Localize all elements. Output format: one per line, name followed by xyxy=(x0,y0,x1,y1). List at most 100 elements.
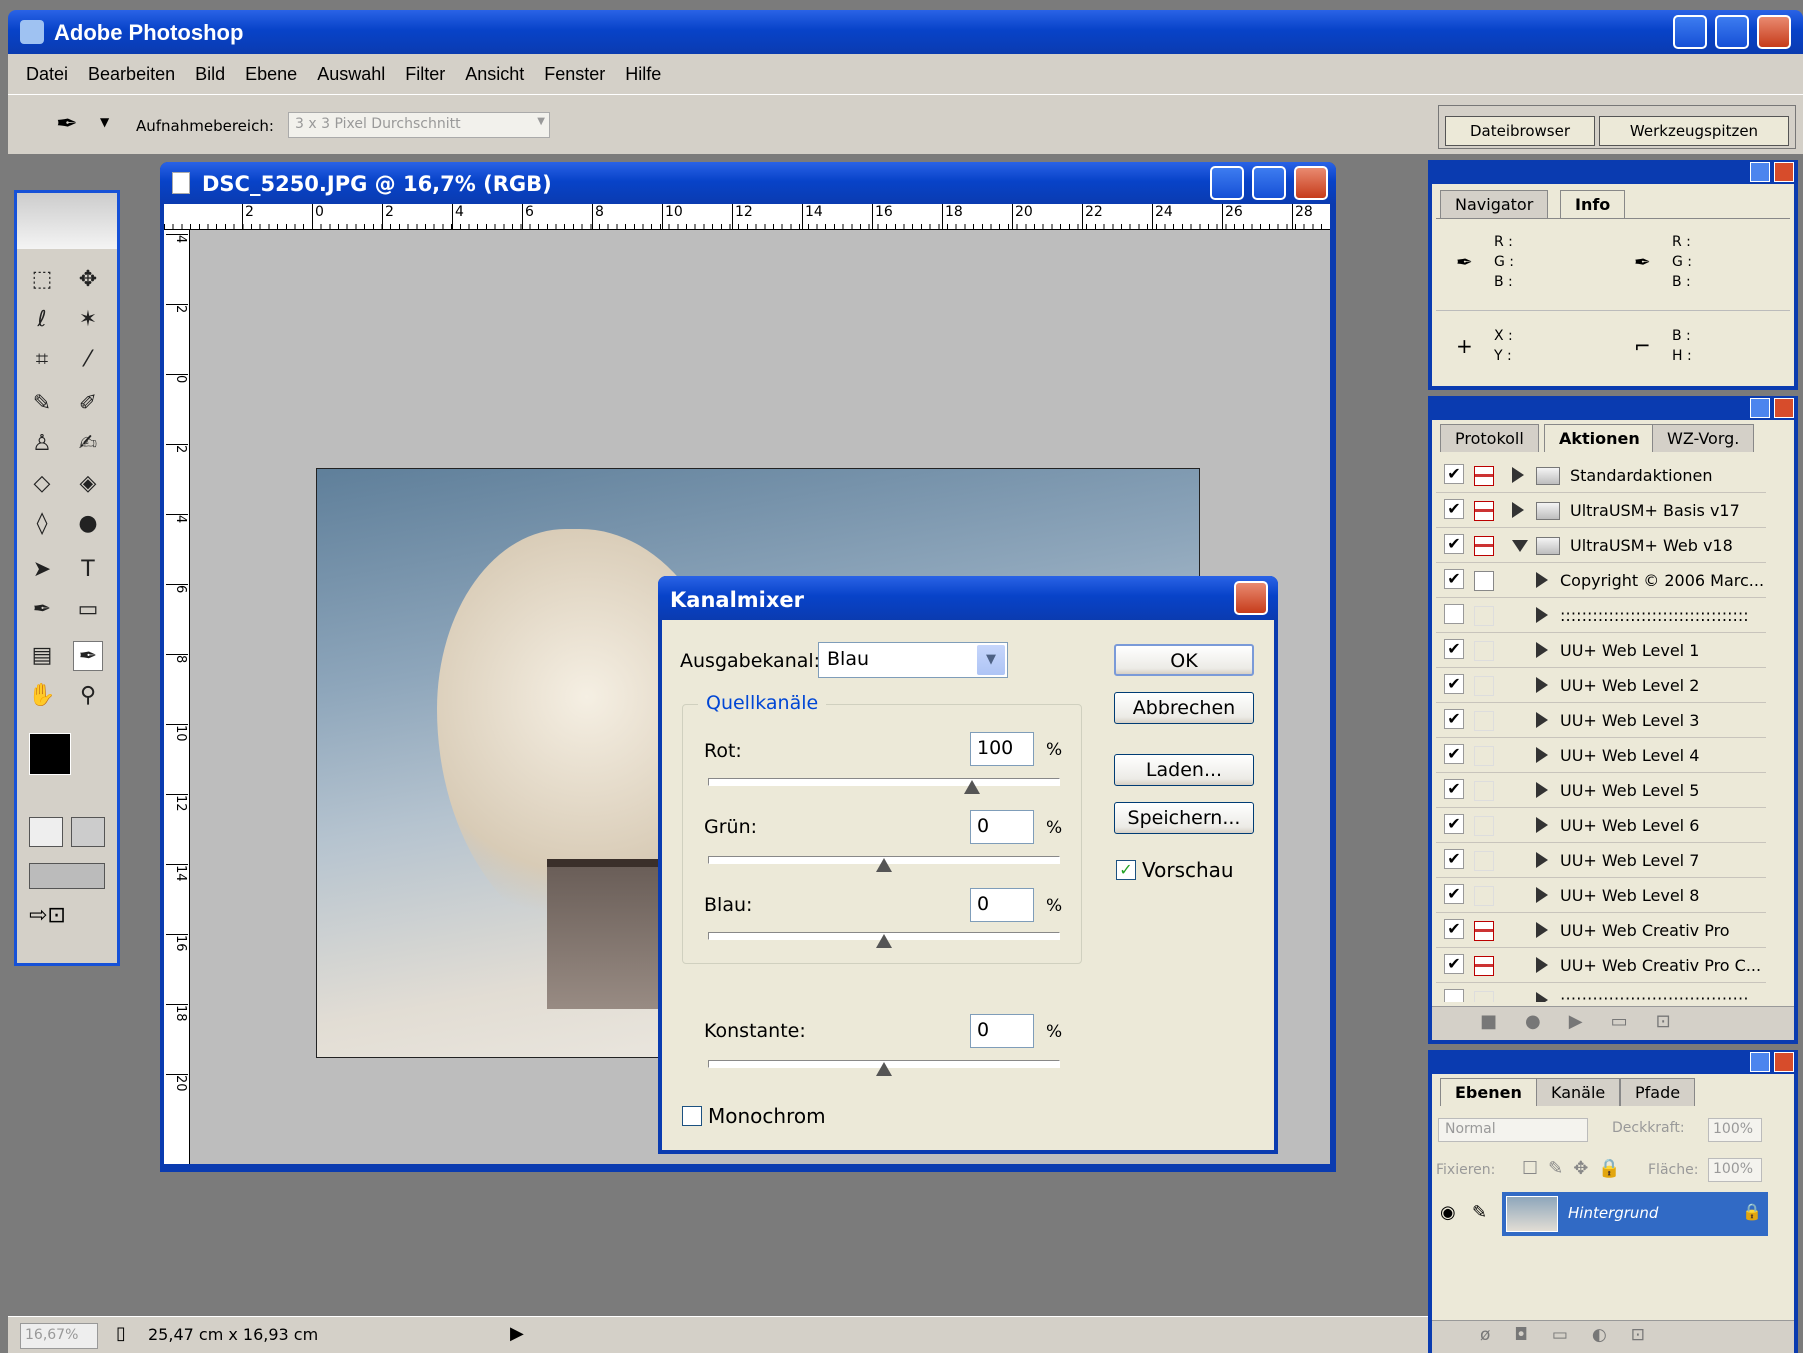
action-toggle-checkbox[interactable]: ✔ xyxy=(1444,814,1464,834)
expand-triangle-icon[interactable] xyxy=(1536,992,1548,1002)
mask-icon[interactable]: ◘ xyxy=(1514,1325,1551,1345)
expand-triangle-icon[interactable] xyxy=(1536,747,1548,763)
quickmask-off-icon[interactable] xyxy=(29,817,63,847)
stop-icon[interactable]: ■ xyxy=(1480,1011,1525,1032)
action-toggle-checkbox[interactable]: ✔ xyxy=(1444,534,1464,554)
dodge-tool-icon[interactable]: ● xyxy=(73,509,103,539)
blue-channel-input[interactable]: 0 xyxy=(970,888,1034,922)
type-tool-icon[interactable]: T xyxy=(73,555,103,585)
magic-wand-icon[interactable]: ✶ xyxy=(73,305,103,335)
screen-mode-icon[interactable] xyxy=(29,863,105,889)
blur-tool-icon[interactable]: ◊ xyxy=(27,509,57,539)
opacity-input[interactable]: 100% xyxy=(1708,1118,1762,1142)
menu-bild[interactable]: Bild xyxy=(195,64,225,84)
new-layer-icon[interactable]: ⊡ xyxy=(1631,1325,1669,1345)
dialog-toggle-icon[interactable] xyxy=(1474,921,1494,941)
history-brush-icon[interactable]: ✍ xyxy=(73,429,103,459)
expand-triangle-icon[interactable] xyxy=(1536,677,1548,693)
menu-bearbeiten[interactable]: Bearbeiten xyxy=(88,64,175,84)
crop-tool-icon[interactable]: ⌗ xyxy=(27,345,57,375)
green-slider-thumb[interactable] xyxy=(876,858,892,872)
move-tool-icon[interactable]: ✥ xyxy=(73,265,103,295)
status-menu-arrow-icon[interactable]: ▶ xyxy=(510,1323,524,1344)
stamp-tool-icon[interactable]: ♙ xyxy=(27,429,57,459)
menu-ansicht[interactable]: Ansicht xyxy=(465,64,524,84)
new-set-icon[interactable]: ▭ xyxy=(1611,1011,1656,1032)
action-toggle-checkbox[interactable]: ✔ xyxy=(1444,744,1464,764)
panel-close-icon[interactable] xyxy=(1774,1052,1794,1072)
dialog-toggle-icon[interactable] xyxy=(1474,606,1494,626)
close-button[interactable] xyxy=(1757,15,1791,49)
brush-link-icon[interactable]: ✎ xyxy=(1472,1202,1487,1223)
action-toggle-checkbox[interactable] xyxy=(1444,989,1464,1002)
action-toggle-checkbox[interactable]: ✔ xyxy=(1444,779,1464,799)
panel-close-icon[interactable] xyxy=(1774,162,1794,182)
new-action-icon[interactable]: ⊡ xyxy=(1656,1011,1699,1032)
brush-tool-icon[interactable]: ✐ xyxy=(73,389,103,419)
constant-input[interactable]: 0 xyxy=(970,1014,1034,1048)
lock-icons[interactable]: ☐✎✥🔒 xyxy=(1522,1158,1631,1179)
menu-datei[interactable]: Datei xyxy=(26,64,68,84)
dialog-toggle-icon[interactable] xyxy=(1474,886,1494,906)
eye-icon[interactable]: ◉ xyxy=(1440,1202,1456,1223)
tab-navigator[interactable]: Navigator xyxy=(1440,190,1549,218)
action-row[interactable]: ✔ UU+ Web Level 8 xyxy=(1436,878,1766,913)
menu-hilfe[interactable]: Hilfe xyxy=(625,64,661,84)
play-icon[interactable]: ▶ xyxy=(1569,1011,1611,1032)
dialog-toggle-icon[interactable] xyxy=(1474,641,1494,661)
menu-fenster[interactable]: Fenster xyxy=(544,64,605,84)
expand-triangle-icon[interactable] xyxy=(1536,922,1548,938)
red-slider-track[interactable] xyxy=(708,778,1060,786)
action-toggle-checkbox[interactable]: ✔ xyxy=(1444,709,1464,729)
blue-slider-thumb[interactable] xyxy=(876,934,892,948)
record-icon[interactable]: ● xyxy=(1525,1011,1569,1032)
chevron-down-icon[interactable]: ▼ xyxy=(977,645,1005,675)
eyedropper-tool-icon[interactable]: ✒ xyxy=(73,641,103,671)
expand-triangle-icon[interactable] xyxy=(1536,642,1548,658)
action-row[interactable]: ✔ UU+ Web Level 5 xyxy=(1436,773,1766,808)
save-button[interactable]: Speichern... xyxy=(1114,802,1254,834)
jump-to-imageready-icon[interactable]: ⇨⊡ xyxy=(29,903,105,933)
document-close-button[interactable] xyxy=(1294,166,1328,200)
tab-pfade[interactable]: Pfade xyxy=(1620,1078,1696,1106)
action-row[interactable]: ✔ UU+ Web Creativ Pro xyxy=(1436,913,1766,948)
green-channel-input[interactable]: 0 xyxy=(970,810,1034,844)
tab-dateibrowser[interactable]: Dateibrowser xyxy=(1445,116,1595,146)
dialog-toggle-icon[interactable] xyxy=(1474,676,1494,696)
dialog-toggle-icon[interactable] xyxy=(1474,571,1494,591)
dialog-toggle-icon[interactable] xyxy=(1474,466,1494,486)
cancel-button[interactable]: Abbrechen xyxy=(1114,692,1254,724)
dialog-toggle-icon[interactable] xyxy=(1474,781,1494,801)
dialog-toggle-icon[interactable] xyxy=(1474,501,1494,521)
expand-triangle-icon[interactable] xyxy=(1536,957,1548,973)
expand-triangle-icon[interactable] xyxy=(1536,817,1548,833)
healing-brush-icon[interactable]: ✎ xyxy=(27,389,57,419)
eyedropper-icon[interactable]: ✒ xyxy=(56,109,78,139)
minimize-button[interactable] xyxy=(1673,15,1707,49)
quickmask-on-icon[interactable] xyxy=(71,817,105,847)
action-row[interactable]: ✔ UU+ Web Level 4 xyxy=(1436,738,1766,773)
output-channel-select[interactable]: Blau ▼ xyxy=(818,642,1008,678)
tab-wz-vorg[interactable]: WZ-Vorg. xyxy=(1652,424,1755,452)
action-row[interactable]: ✔ UU+ Web Level 7 xyxy=(1436,843,1766,878)
tab-protokoll[interactable]: Protokoll xyxy=(1440,424,1539,452)
slice-tool-icon[interactable]: ⁄ xyxy=(73,345,103,375)
tab-kanaele[interactable]: Kanäle xyxy=(1536,1078,1621,1106)
dialog-close-button[interactable] xyxy=(1234,581,1268,615)
action-toggle-checkbox[interactable]: ✔ xyxy=(1444,464,1464,484)
load-button[interactable]: Laden... xyxy=(1114,754,1254,786)
marquee-tool-icon[interactable]: ⬚ xyxy=(27,265,57,295)
dialog-toggle-icon[interactable] xyxy=(1474,956,1494,976)
maximize-button[interactable] xyxy=(1715,15,1749,49)
action-row[interactable]: ✔ UU+ Web Level 6 xyxy=(1436,808,1766,843)
tab-ebenen[interactable]: Ebenen xyxy=(1440,1078,1537,1106)
pen-tool-icon[interactable]: ✒ xyxy=(27,595,57,625)
constant-slider-thumb[interactable] xyxy=(876,1062,892,1076)
layer-row[interactable]: ◉ ✎ Hintergrund 🔒 xyxy=(1436,1192,1768,1236)
tab-werkzeugspitzen[interactable]: Werkzeugspitzen xyxy=(1599,116,1789,146)
action-row[interactable]: ✔ UltraUSM+ Web v18 xyxy=(1436,528,1766,563)
action-toggle-checkbox[interactable] xyxy=(1444,604,1464,624)
tab-aktionen[interactable]: Aktionen xyxy=(1544,424,1655,452)
dialog-toggle-icon[interactable] xyxy=(1474,536,1494,556)
blend-mode-select[interactable]: Normal xyxy=(1438,1118,1588,1142)
